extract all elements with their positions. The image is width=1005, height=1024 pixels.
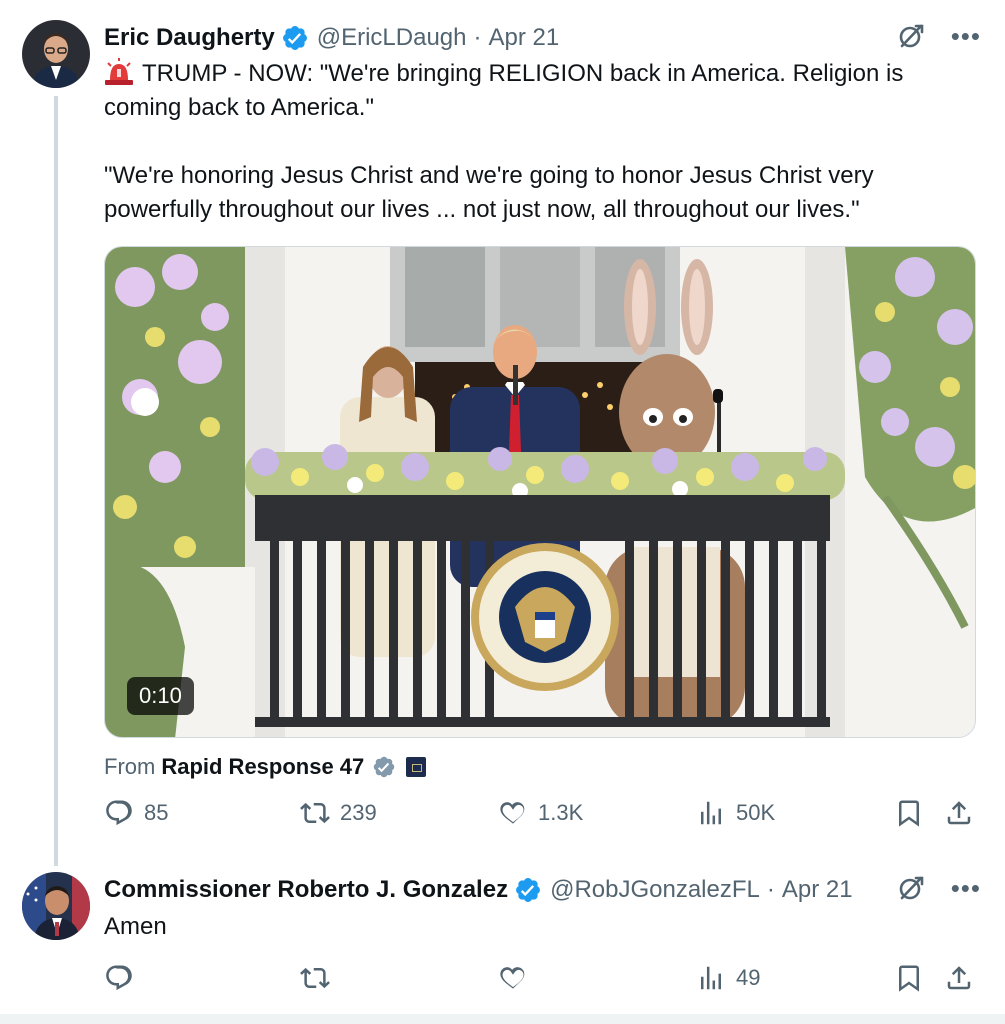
views-icon [701, 801, 721, 825]
view-count: 50K [736, 800, 776, 825]
tweet-paragraph-1-text: TRUMP - NOW: "We're bringing RELIGION ba… [104, 60, 904, 121]
like-count: 1.3K [538, 800, 584, 825]
tweet-date[interactable]: Apr 21 [488, 24, 559, 52]
view-count: 49 [736, 965, 761, 990]
share-button[interactable] [944, 963, 974, 993]
author-name[interactable]: Eric Daugherty [104, 24, 275, 52]
tweet-paragraph-2: "We're honoring Jesus Christ and we're g… [104, 162, 874, 223]
share-button[interactable] [944, 798, 974, 828]
grok-icon[interactable] [897, 22, 925, 50]
tweet-header: Commissioner Roberto J. Gonzalez @RobJGo… [104, 872, 853, 908]
siren-emoji-icon [105, 58, 133, 85]
tweet-header: Eric Daugherty @EricLDaugh · Apr 21 [104, 20, 559, 56]
video-source[interactable]: From Rapid Response 47 [104, 752, 427, 782]
separator-dot: · [766, 876, 775, 903]
tweet-roberto-gonzalez[interactable]: Commissioner Roberto J. Gonzalez @RobJGo… [0, 860, 1005, 1014]
tweet-header-actions: ••• [897, 874, 981, 902]
repost-icon [300, 802, 330, 824]
repost-icon [300, 967, 330, 989]
separator-dot: · [473, 24, 482, 51]
video-thumbnail [105, 247, 975, 737]
like-icon [500, 802, 525, 824]
repost-button[interactable] [300, 963, 340, 993]
like-button[interactable]: 1.3K [498, 798, 583, 828]
feed-bottom-divider [0, 1014, 1005, 1024]
repost-button[interactable]: 239 [300, 798, 377, 828]
share-icon [947, 966, 971, 990]
tweet-paragraph-1: Amen [104, 913, 167, 940]
bookmark-button[interactable] [894, 963, 924, 993]
video-duration: 0:10 [127, 677, 194, 715]
author-handle[interactable]: @RobJGonzalezFL [550, 876, 760, 904]
tweet-actions: 85 239 1.3K 50K [104, 798, 976, 838]
bookmark-icon [899, 800, 919, 827]
source-name[interactable]: Rapid Response 47 [161, 754, 364, 780]
views-button[interactable]: 50K [696, 798, 775, 828]
bookmark-icon [899, 965, 919, 992]
verified-badge-icon [282, 26, 307, 50]
like-button[interactable] [498, 963, 538, 993]
tweet-actions: 49 [104, 963, 976, 1003]
author-handle[interactable]: @EricLDaugh [317, 24, 467, 52]
avatar-eric-daugherty[interactable] [22, 20, 90, 88]
reply-icon [106, 800, 132, 826]
more-icon[interactable]: ••• [951, 875, 981, 901]
like-icon [500, 967, 525, 989]
reply-button[interactable]: 85 [104, 798, 168, 828]
grok-icon[interactable] [897, 874, 925, 902]
government-affiliation-icon [406, 757, 427, 777]
avatar-roberto-gonzalez[interactable] [22, 872, 90, 940]
video-player[interactable]: 0:10 [104, 246, 976, 738]
tweet-text: TRUMP - NOW: "We're bringing RELIGION ba… [104, 57, 974, 227]
source-prefix: From [104, 754, 156, 779]
views-icon [701, 966, 721, 990]
bookmark-button[interactable] [894, 798, 924, 828]
tweet-eric-daugherty[interactable]: Eric Daugherty @EricLDaugh · Apr 21 ••• … [0, 0, 1005, 866]
tweet-paragraph-1: TRUMP - NOW: "We're bringing RELIGION ba… [104, 57, 974, 125]
author-name[interactable]: Commissioner Roberto J. Gonzalez [104, 876, 508, 904]
share-icon [947, 801, 971, 825]
thread-connector-line [54, 96, 58, 866]
tweet-header-actions: ••• [897, 22, 981, 50]
reply-button[interactable] [104, 963, 144, 993]
verified-badge-icon [516, 878, 541, 902]
views-button[interactable]: 49 [696, 963, 760, 993]
tweet-text: Amen [104, 910, 974, 944]
reply-count: 85 [144, 800, 169, 825]
verified-badge-icon [374, 756, 395, 778]
more-icon[interactable]: ••• [951, 23, 981, 49]
tweet-date[interactable]: Apr 21 [782, 876, 853, 904]
repost-count: 239 [340, 800, 377, 825]
reply-icon [106, 965, 132, 991]
